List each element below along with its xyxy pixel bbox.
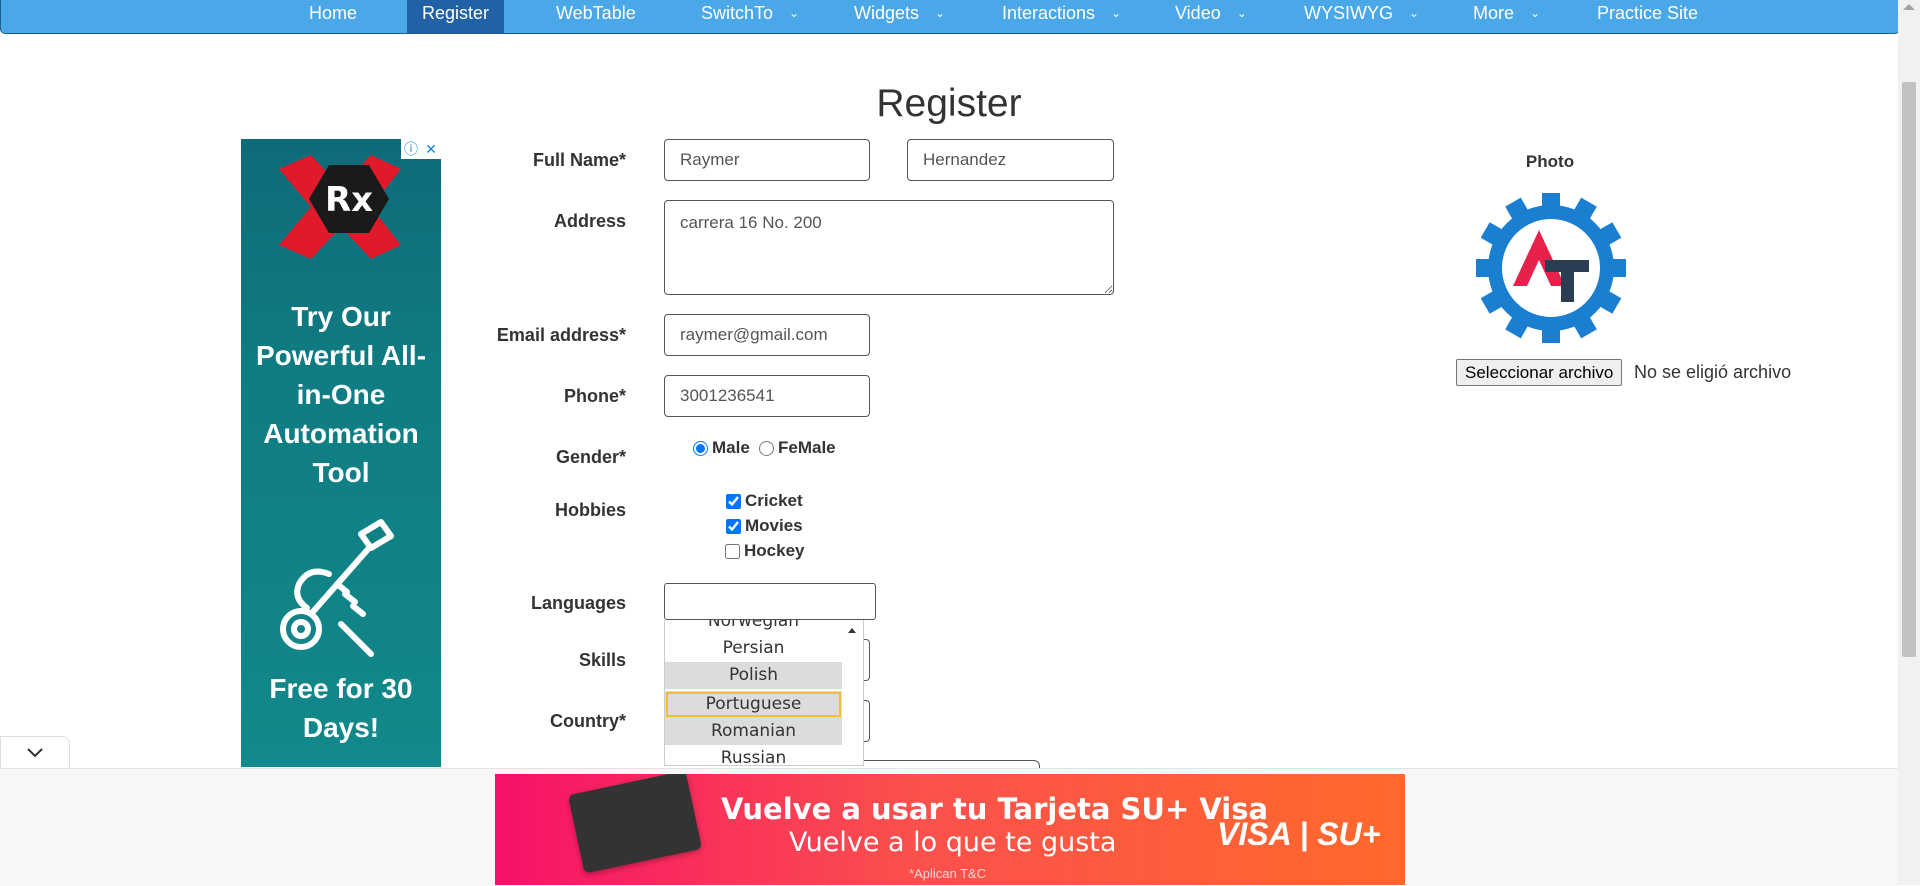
bottom-ad-subline: Vuelve a lo que te gusta <box>789 827 1117 858</box>
email-input[interactable] <box>664 314 870 356</box>
language-option[interactable]: Persian <box>665 635 842 662</box>
chevron-down-icon: ⌄ <box>789 6 800 20</box>
hobby-movies-checkbox[interactable] <box>726 518 741 534</box>
nav-widgets[interactable]: Widgets ⌄ <box>854 0 945 33</box>
nav-register[interactable]: Register <box>407 0 504 33</box>
hobby-hockey-option[interactable]: Hockey <box>725 541 804 561</box>
rx-logo-icon: Rx <box>279 155 401 259</box>
phone-input[interactable] <box>664 375 870 417</box>
nav-switchto[interactable]: SwitchTo ⌄ <box>701 0 799 33</box>
svg-text:Rx: Rx <box>325 180 373 220</box>
nav-practice-site[interactable]: Practice Site <box>1597 0 1698 33</box>
top-navbar: Home Register WebTable SwitchTo ⌄ Widgets… <box>0 0 1900 34</box>
gender-female-radio[interactable] <box>759 440 774 456</box>
hobby-hockey-checkbox[interactable] <box>725 543 740 559</box>
chevron-down-icon: ⌄ <box>1409 6 1420 20</box>
collapse-ad-button[interactable] <box>0 736 70 768</box>
nav-webtable[interactable]: WebTable <box>556 0 636 33</box>
chevron-down-icon: ⌄ <box>1530 6 1541 20</box>
wrench-hand-icon <box>280 519 394 657</box>
list-scroll-up-icon[interactable] <box>848 628 856 633</box>
gender-male-option[interactable]: Male <box>693 438 750 458</box>
choose-file-button[interactable]: Seleccionar archivo <box>1456 359 1623 386</box>
nav-more[interactable]: More ⌄ <box>1473 0 1540 33</box>
first-name-input[interactable] <box>664 139 870 181</box>
chevron-down-icon: ⌄ <box>1111 6 1122 20</box>
address-label: Address <box>553 211 626 231</box>
bottom-advertisement[interactable]: Vuelve a usar tu Tarjeta SU+ Visa Vuelve… <box>495 774 1405 885</box>
nav-video[interactable]: Video ⌄ <box>1175 0 1247 33</box>
language-option[interactable]: Romanian <box>665 718 842 745</box>
phone-label: Phone* <box>563 386 626 406</box>
gear-logo-icon <box>1476 193 1626 343</box>
photo-label: Photo <box>1525 152 1575 171</box>
credit-card-image <box>567 774 703 874</box>
nav-home[interactable]: Home <box>309 0 357 33</box>
bottom-ad-headline: Vuelve a usar tu Tarjeta SU+ Visa <box>721 792 1269 826</box>
language-option[interactable]: Norwegian <box>665 620 842 635</box>
language-option[interactable]: Polish <box>665 662 842 689</box>
country-label: Country* <box>550 711 626 731</box>
ad-headline: Try Our Powerful All-in-One Automation T… <box>255 301 427 488</box>
hobbies-label: Hobbies <box>554 500 626 520</box>
languages-dropdown-list[interactable]: Norwegian Persian Polish Portuguese Roma… <box>664 620 864 766</box>
gender-female-option[interactable]: FeMale <box>759 438 836 458</box>
skills-label: Skills <box>578 650 626 670</box>
chevron-down-icon <box>27 748 43 758</box>
page-title: Register <box>876 82 1022 125</box>
hobby-cricket-checkbox[interactable] <box>726 493 741 509</box>
address-textarea[interactable]: carrera 16 No. 200 <box>664 200 1114 295</box>
bottom-ad-disclaimer: *Aplican T&C <box>909 866 987 881</box>
chevron-down-icon: ⌄ <box>1236 6 1247 20</box>
nav-interactions[interactable]: Interactions ⌄ <box>1002 0 1121 33</box>
scroll-up-arrow-icon[interactable] <box>1903 4 1915 10</box>
ad-subline: Free for 30 Days! <box>269 673 413 743</box>
scrollbar-thumb[interactable] <box>1902 82 1916 657</box>
language-option-highlighted[interactable]: Portuguese <box>665 691 842 718</box>
full-name-label: Full Name* <box>532 150 626 170</box>
last-name-input[interactable] <box>907 139 1114 181</box>
visa-su-logo: VISA | SU+ <box>1217 816 1381 852</box>
file-status-text: No se eligió archivo <box>1634 362 1792 382</box>
chevron-down-icon: ⌄ <box>935 6 946 20</box>
nav-wysiwyg[interactable]: WYSIWYG ⌄ <box>1304 0 1419 33</box>
hobby-cricket-option[interactable]: Cricket <box>726 491 803 511</box>
gender-label: Gender* <box>555 447 626 467</box>
language-option[interactable]: Russian <box>665 745 842 765</box>
hobby-movies-option[interactable]: Movies <box>726 516 803 536</box>
email-label: Email address* <box>496 325 626 345</box>
languages-input[interactable] <box>664 583 876 620</box>
gender-male-radio[interactable] <box>693 440 708 456</box>
languages-label: Languages <box>530 593 626 613</box>
side-advertisement[interactable]: ⓘ ✕ Rx Try Our Powerful All-in-One Automa… <box>241 139 441 767</box>
